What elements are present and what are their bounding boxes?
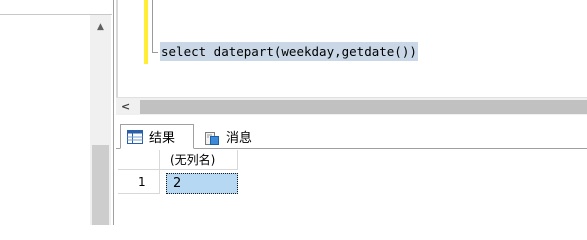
scroll-up-icon[interactable]: ▲ — [90, 19, 111, 35]
tab-messages[interactable]: 消息 — [198, 124, 268, 149]
editor-gutter — [116, 0, 118, 98]
change-tracking-bar — [144, 0, 148, 64]
tab-messages-label: 消息 — [226, 131, 253, 146]
results-tab-strip: 结果 消息 — [116, 119, 587, 149]
scrollbar-thumb[interactable] — [140, 100, 587, 114]
query-editor-area: select datepart(weekday,getdate()) < 结果 — [116, 0, 587, 225]
tab-results-label: 结果 — [149, 131, 176, 146]
messages-icon — [204, 130, 220, 145]
outline-guide-tick — [152, 52, 158, 53]
outline-guide-line — [152, 0, 153, 52]
sql-query-text[interactable]: select datepart(weekday,getdate()) — [160, 42, 418, 61]
object-explorer-pane: ▲ — [0, 0, 114, 225]
editor-horizontal-scrollbar[interactable]: < — [116, 97, 587, 115]
row-header[interactable]: 1 — [118, 170, 160, 194]
left-vertical-scrollbar[interactable]: ▲ — [90, 15, 111, 225]
column-header[interactable]: (无列名) — [160, 150, 238, 170]
results-grid: (无列名) 1 2 — [116, 150, 587, 225]
selected-result-cell[interactable]: 2 — [166, 173, 238, 194]
scroll-left-icon[interactable]: < — [121, 98, 135, 116]
grid-corner-cell[interactable] — [118, 150, 160, 170]
grid-icon — [127, 129, 143, 144]
tab-results[interactable]: 结果 — [120, 124, 194, 149]
scrollbar-thumb[interactable] — [92, 145, 109, 225]
